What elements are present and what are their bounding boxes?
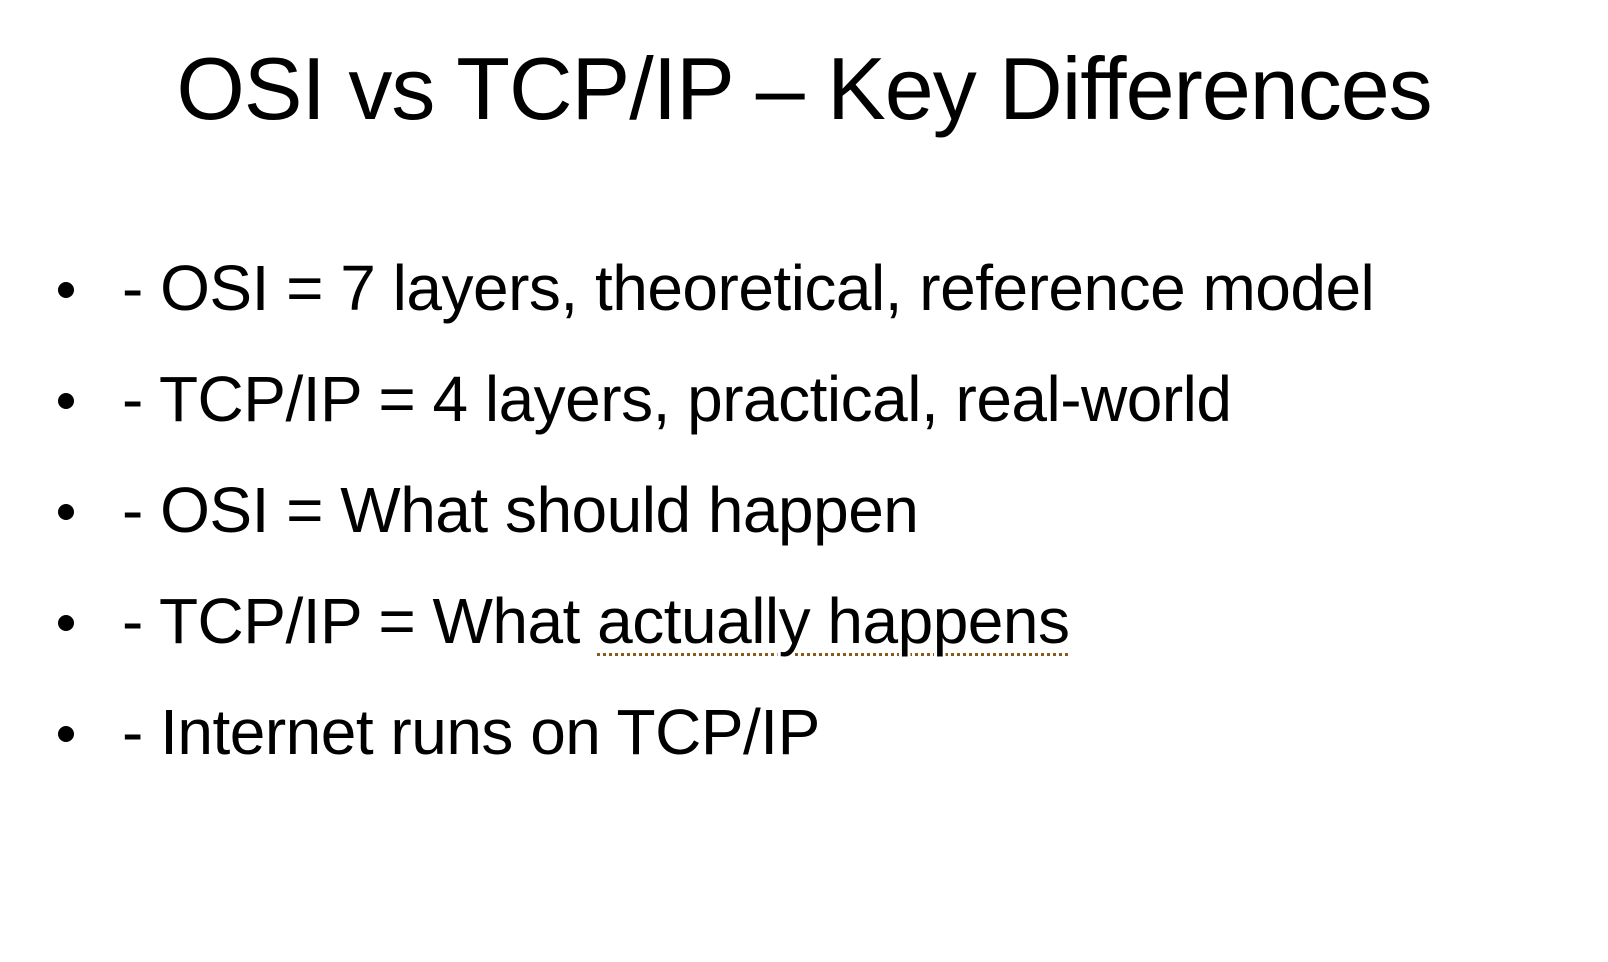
bullet-text: - Internet runs on TCP/IP	[122, 696, 820, 768]
bullet-icon	[58, 615, 74, 631]
slide: OSI vs TCP/IP – Key Differences - OSI = …	[0, 0, 1608, 962]
bullet-text: - TCP/IP = What actually happens	[122, 582, 1070, 660]
spellcheck-flagged-text[interactable]: actually happens	[597, 585, 1070, 657]
bullet-text: - TCP/IP = 4 layers, practical, real-wor…	[122, 363, 1232, 435]
bullet-icon	[58, 504, 74, 520]
bullet-icon	[58, 282, 74, 298]
bullet-icon	[58, 393, 74, 409]
bullet-text: - OSI = What should happen	[122, 474, 919, 546]
slide-title: OSI vs TCP/IP – Key Differences	[176, 39, 1432, 138]
bullet-icon	[58, 726, 74, 742]
bullet-text-plain: - TCP/IP = What	[122, 585, 598, 657]
bullet-text: - OSI = 7 layers, theoretical, reference…	[122, 252, 1375, 324]
